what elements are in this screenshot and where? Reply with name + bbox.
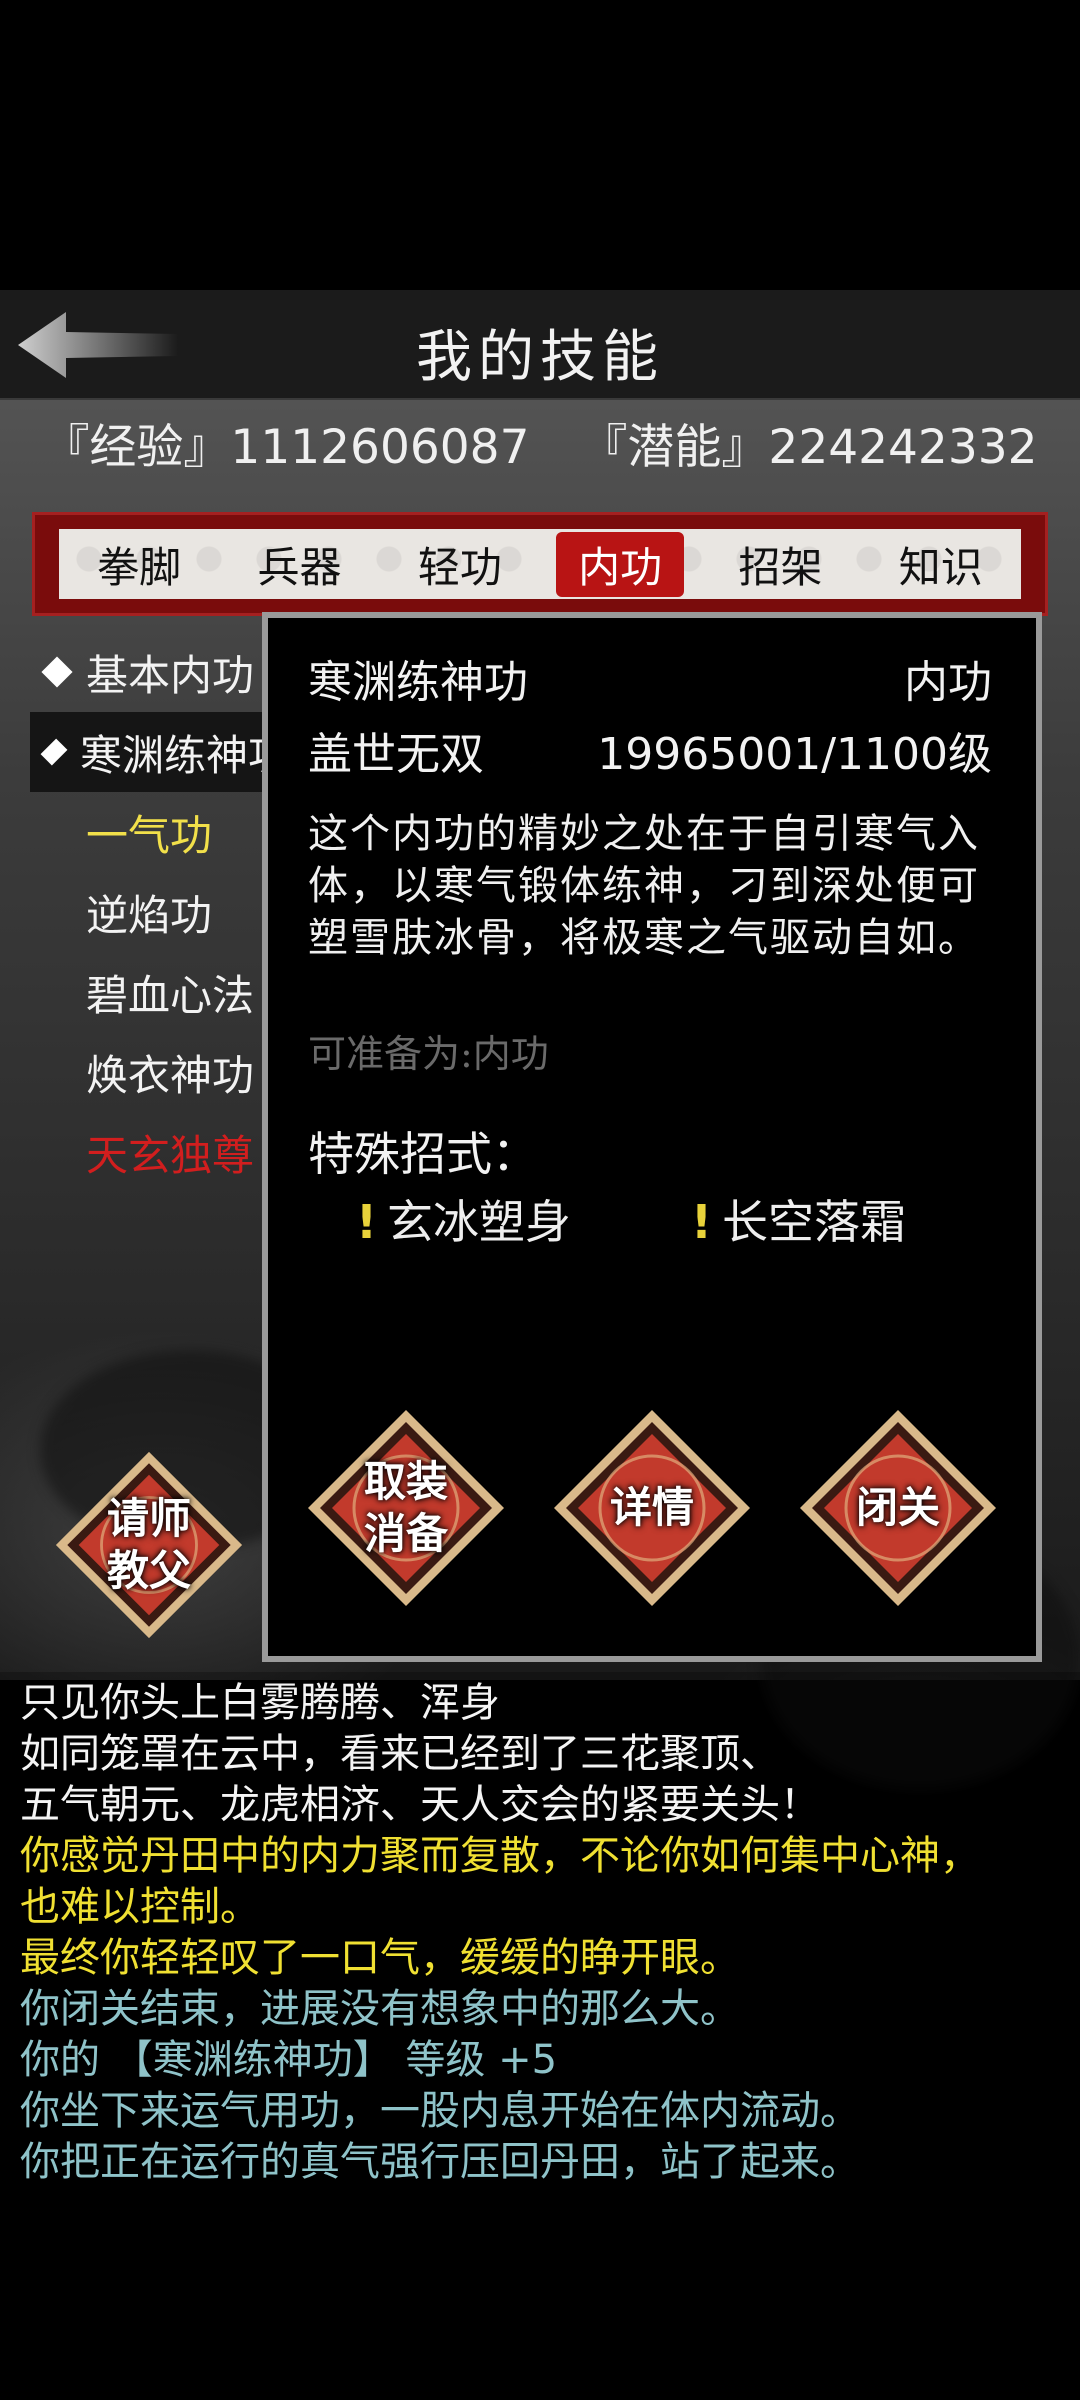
special-moves-title: 特殊招式：	[308, 1127, 538, 1181]
message-log: 只见你头上白雾腾腾、浑身 如同笼罩在云中，看来已经到了三花聚顶、 五气朝元、龙虎…	[0, 1672, 1080, 2212]
log-line: 你把正在运行的真气强行压回丹田，站了起来。	[20, 2139, 860, 2185]
seclusion-label: 闭关	[855, 1483, 940, 1532]
diamond-bullet-icon	[41, 656, 73, 688]
skill-item-basic-inner[interactable]: 基本内功	[30, 632, 290, 712]
seclusion-button[interactable]: 闭关	[798, 1408, 998, 1608]
tab-parry[interactable]: 招架	[716, 532, 844, 597]
tab-fist[interactable]: 拳脚	[75, 532, 203, 597]
skill-level: 19965001/1100级	[597, 729, 992, 780]
stats-bar: 『经验』1112606087 『潜能』224242332	[0, 408, 1080, 488]
diamond-bullet-icon	[40, 738, 68, 766]
skill-list: 基本内功 寒渊练神功 一气功 逆焰功 碧血心法 焕衣神功 天玄独尊	[30, 632, 290, 1192]
title-bar: 我的技能	[0, 290, 1080, 400]
log-line: 只见你头上白雾腾腾、浑身	[20, 1680, 500, 1726]
skill-description: 这个内功的精妙之处在于自引寒气入体，以寒气锻体练神，刁到深处便可塑雪肤冰骨，将极…	[308, 811, 980, 961]
exp-value: 『经验』1112606087	[42, 420, 530, 475]
skill-item-yiqi[interactable]: 一气功	[30, 792, 290, 872]
skill-item-niyan[interactable]: 逆焰功	[30, 872, 290, 952]
details-label: 详情	[609, 1483, 694, 1532]
log-line: 你的 【寒渊练神功】 等级 +5	[20, 2037, 558, 2083]
potential-value: 『潜能』224242332	[580, 420, 1038, 475]
prepare-slot: 可准备为:内功	[308, 1032, 549, 1076]
unequip-line1: 取装	[363, 1457, 448, 1506]
log-line: 最终你轻轻叹了一口气，缓缓的睁开眼。	[20, 1935, 740, 1981]
skill-item-tianxuan[interactable]: 天玄独尊	[30, 1112, 290, 1192]
details-button[interactable]: 详情	[552, 1408, 752, 1608]
special-moves-list: ! 玄冰塑身 ! 长空落霜	[356, 1186, 906, 1252]
skill-detail-dialog: 寒渊练神功 内功 盖世无双 19965001/1100级 这个内功的精妙之处在于…	[262, 612, 1042, 1662]
skill-item-bixue[interactable]: 碧血心法	[30, 952, 290, 1032]
special-move-item[interactable]: ! 玄冰塑身	[356, 1186, 571, 1252]
ask-master-button[interactable]: 请师 教父	[54, 1450, 254, 1650]
unequip-button[interactable]: 取装 消备	[306, 1408, 506, 1608]
special-move-item[interactable]: ! 长空落霜	[691, 1186, 906, 1252]
tab-knowledge[interactable]: 知识	[877, 532, 1005, 597]
tab-lightness[interactable]: 轻功	[396, 532, 524, 597]
unequip-line2: 消备	[363, 1509, 448, 1558]
exclamation-icon: !	[690, 1195, 712, 1249]
skill-type: 内功	[904, 657, 992, 708]
skill-rank: 盖世无双	[308, 729, 484, 780]
log-line: 你感觉丹田中的内力聚而复散，不论你如何集中心神，	[20, 1833, 980, 1879]
skill-item-label: 基本内功	[86, 650, 255, 700]
log-line: 五气朝元、龙虎相济、天人交会的紧要关头！	[20, 1782, 820, 1828]
log-line: 也难以控制。	[20, 1884, 260, 1930]
ask-master-line1: 请师	[106, 1494, 191, 1543]
ask-master-line2: 教父	[106, 1546, 191, 1595]
log-line: 你坐下来运气用功，一股内息开始在体内流动。	[20, 2088, 860, 2134]
log-line: 如同笼罩在云中，看来已经到了三花聚顶、	[20, 1731, 780, 1777]
skill-item-hanyuan[interactable]: 寒渊练神功	[30, 712, 290, 792]
tab-inner-power[interactable]: 内功	[556, 531, 685, 597]
exclamation-icon: !	[356, 1195, 377, 1249]
log-line: 你闭关结束，进展没有想象中的那么大。	[20, 1986, 740, 2032]
page-title: 我的技能	[416, 325, 664, 390]
tab-weapon[interactable]: 兵器	[235, 532, 363, 597]
skill-item-huanyi[interactable]: 焕衣神功	[30, 1032, 290, 1112]
skill-name: 寒渊练神功	[308, 657, 528, 708]
skill-item-label: 寒渊练神功	[79, 730, 290, 780]
skill-category-tabs: 拳脚 兵器 轻功 内功 招架 知识	[32, 512, 1048, 616]
